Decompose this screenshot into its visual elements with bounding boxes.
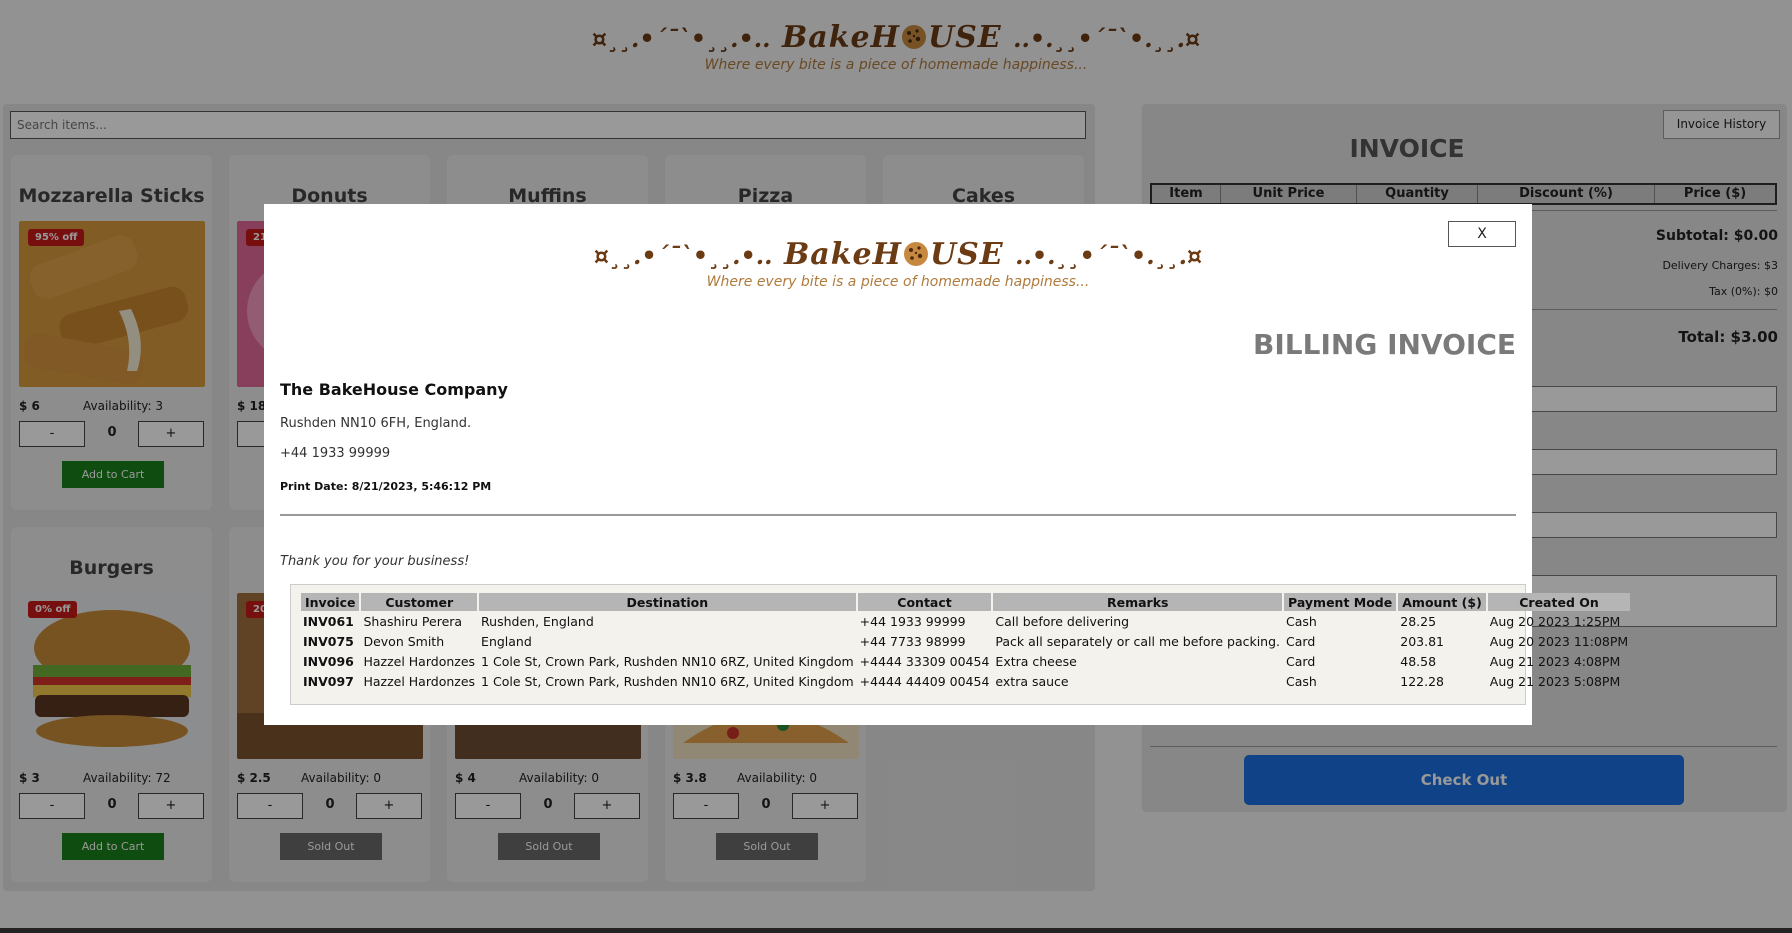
destination-cell: 1 Cole St, Crown Park, Rushden NN10 6RZ,… <box>481 653 854 669</box>
created-on-cell: Aug 21 2023 5:08PM <box>1489 673 1621 689</box>
invoice-id: INV096 <box>303 653 354 669</box>
payment-mode-cell: Cash <box>1286 673 1317 689</box>
page: ¤¸¸.•´¯`•¸¸.•.. BakeH USE ..•.¸¸•´¯`•.¸¸.… <box>0 0 1792 933</box>
customer-cell: Hazzel Hardonzes <box>363 653 476 669</box>
table-row: INV096 Hazzel Hardonzes 1 Cole St, Crown… <box>301 651 1630 671</box>
amount-cell: 48.58 <box>1400 653 1437 669</box>
table-row: INV075 Devon Smith England +44 7733 9899… <box>301 631 1630 651</box>
created-on-cell: Aug 20 2023 11:08PM <box>1489 633 1629 649</box>
brand-tagline: Where every bite is a piece of homemade … <box>706 274 1090 290</box>
created-on-cell: Aug 20 2023 1:25PM <box>1489 613 1621 629</box>
table-header-row: Invoice Customer Destination Contact Rem… <box>301 593 1631 611</box>
invoice-id: INV097 <box>303 673 354 689</box>
amount-cell: 28.25 <box>1400 613 1437 629</box>
invoice-history-table-container: Invoice Customer Destination Contact Rem… <box>290 584 1631 705</box>
cookie-icon <box>902 237 930 272</box>
payment-mode-cell: Card <box>1286 653 1316 669</box>
column-header: Contact <box>857 593 992 611</box>
payment-mode-cell: Card <box>1286 633 1316 649</box>
remarks-cell: Call before delivering <box>995 613 1130 629</box>
column-header: Created On <box>1487 593 1631 611</box>
contact-cell: +44 7733 98999 <box>859 633 966 649</box>
column-header: Invoice <box>301 593 360 611</box>
contact-cell: +44 1933 99999 <box>859 613 966 629</box>
thank-you-note: Thank you for your business! <box>280 554 470 569</box>
brand-title: ¤¸¸.•´¯`•¸¸.•.. BakeH USE ..•.¸¸•´¯`•.¸¸.… <box>264 237 1532 272</box>
column-header: Destination <box>479 593 856 611</box>
destination-cell: England <box>481 633 532 649</box>
billing-invoice-modal: X ¤¸¸.•´¯`•¸¸.•.. BakeH USE ..•.¸¸•´¯`•.¸… <box>264 204 1631 725</box>
remarks-cell: extra sauce <box>995 673 1069 689</box>
remarks-cell: Pack all separately or call me before pa… <box>995 633 1281 649</box>
column-header: Customer <box>361 593 478 611</box>
bottom-edge <box>0 928 1792 933</box>
company-name: The BakeHouse Company <box>280 380 508 399</box>
brand-title-b: USE <box>929 237 1004 272</box>
brand-left-deco: ¤¸¸.•´¯`•¸¸.•.. <box>593 241 773 270</box>
created-on-cell: Aug 21 2023 4:08PM <box>1489 653 1621 669</box>
invoice-id: INV061 <box>303 613 354 629</box>
company-phone: +44 1933 99999 <box>280 446 391 461</box>
column-header: Payment Mode <box>1284 593 1397 611</box>
invoice-id: INV075 <box>303 633 354 649</box>
invoice-history-table: Invoice Customer Destination Contact Rem… <box>299 593 1632 691</box>
customer-cell: Hazzel Hardonzes <box>363 673 476 689</box>
brand-right-deco: ..•.¸¸•´¯`•.¸¸.¤ <box>1015 241 1203 270</box>
payment-mode-cell: Cash <box>1286 613 1317 629</box>
divider <box>280 514 1516 516</box>
remarks-cell: Extra cheese <box>995 653 1077 669</box>
table-row: INV097 Hazzel Hardonzes 1 Cole St, Crown… <box>301 671 1630 691</box>
print-date-value: 8/21/2023, 5:46:12 PM <box>351 480 492 493</box>
print-date: Print Date: 8/21/2023, 5:46:12 PM <box>280 480 491 493</box>
destination-cell: Rushden, England <box>481 613 594 629</box>
amount-cell: 122.28 <box>1400 673 1444 689</box>
table-row: INV061 Shashiru Perera Rushden, England … <box>301 611 1630 631</box>
amount-cell: 203.81 <box>1400 633 1444 649</box>
customer-cell: Devon Smith <box>363 633 445 649</box>
destination-cell: 1 Cole St, Crown Park, Rushden NN10 6RZ,… <box>481 673 854 689</box>
print-date-label: Print Date: <box>280 480 348 493</box>
modal-brand-header: ¤¸¸.•´¯`•¸¸.•.. BakeH USE ..•.¸¸•´¯`•.¸¸.… <box>264 237 1532 290</box>
brand-title-a: BakeH <box>783 237 902 272</box>
contact-cell: +4444 44409 00454 <box>859 673 990 689</box>
company-address: Rushden NN10 6FH, England. <box>280 416 472 431</box>
column-header: Remarks <box>993 593 1283 611</box>
contact-cell: +4444 33309 00454 <box>859 653 990 669</box>
column-header: Amount ($) <box>1398 593 1486 611</box>
billing-invoice-title: BILLING INVOICE <box>1253 328 1516 361</box>
customer-cell: Shashiru Perera <box>363 613 463 629</box>
